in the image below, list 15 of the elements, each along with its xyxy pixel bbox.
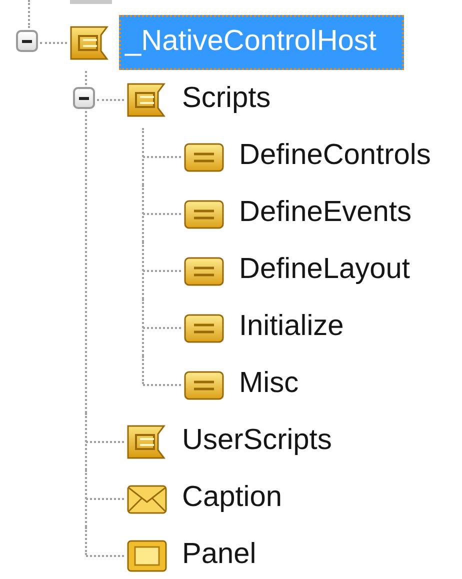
folder-tab-icon — [126, 422, 168, 460]
collapse-button[interactable] — [73, 87, 95, 109]
tree-item[interactable]: UserScripts — [176, 414, 360, 469]
folder-tab-icon — [69, 24, 111, 62]
tree-item[interactable]: Caption — [176, 471, 310, 526]
tree-item[interactable]: DefineEvents — [233, 186, 440, 241]
tree-item[interactable]: Scripts — [176, 72, 299, 127]
collapse-button[interactable] — [16, 30, 38, 52]
tree-item[interactable]: DefineLayout — [233, 243, 438, 298]
tree-item[interactable]: Initialize — [233, 300, 372, 355]
tree-item[interactable]: Panel — [176, 528, 284, 579]
tree-item[interactable]: DefineControls — [233, 129, 459, 184]
tree-item[interactable]: Misc — [233, 357, 327, 412]
panel-icon — [126, 538, 168, 574]
folder-tab-icon — [126, 80, 168, 118]
